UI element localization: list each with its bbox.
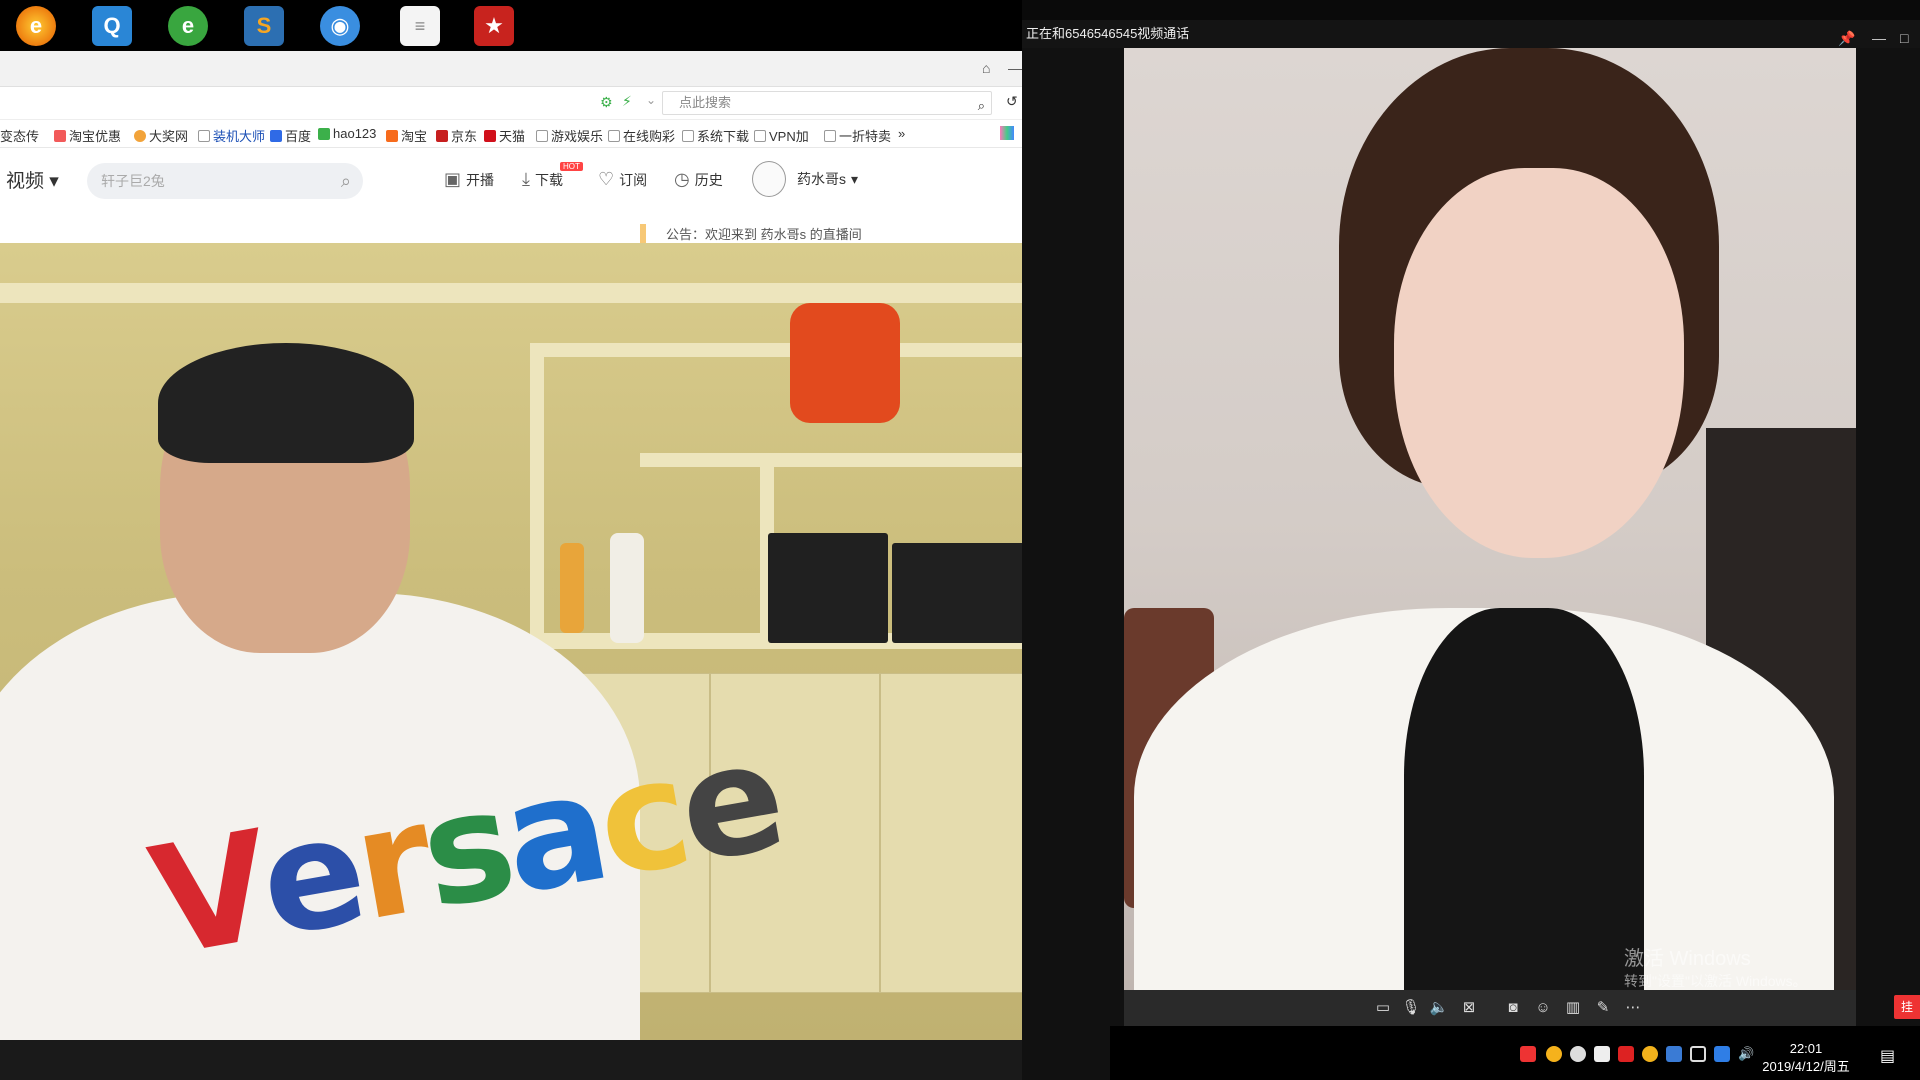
call-titlebar: 正在和6546546545视频通话 📌 — □ — [1022, 20, 1920, 48]
streamer-video-feed: Versace — [0, 243, 1115, 1080]
bookmark-item[interactable]: 大奖网 — [134, 126, 188, 145]
k-tray-icon[interactable] — [1714, 1046, 1730, 1062]
remote-video-feed: 激活 Windows 转到"设置"以激活 Windows。 — [1124, 48, 1856, 990]
tp-tray-icon[interactable] — [1594, 1046, 1610, 1062]
camera-off-icon[interactable]: ⊠ — [1458, 998, 1480, 1018]
layout-icon[interactable]: ▥ — [1562, 998, 1584, 1018]
hangup-button[interactable]: 挂 — [1894, 995, 1920, 1019]
site-search-placeholder: 轩子巨2兔 — [101, 173, 165, 189]
user-menu[interactable]: 药水哥s ▾ — [797, 169, 858, 189]
hot-badge: HOT — [560, 162, 583, 171]
browser-icon[interactable]: e — [16, 6, 56, 46]
site-search-input[interactable]: 轩子巨2兔 ⌕ — [87, 163, 363, 199]
more-icon[interactable]: ⋯ — [1622, 998, 1644, 1018]
network-tray-icon[interactable] — [1690, 1046, 1706, 1062]
bookmark-item[interactable]: 百度 — [270, 126, 311, 145]
undo-icon[interactable]: ↺ — [1006, 93, 1018, 110]
bookmark-item[interactable]: 在线购彩 — [608, 126, 675, 145]
minimize-icon[interactable]: — — [1872, 24, 1886, 52]
nav-history[interactable]: ◷ 历史 — [674, 169, 723, 190]
browser-search-input[interactable]: 点此搜索 ⌕ — [662, 91, 992, 115]
minimize-icon[interactable]: — — [1008, 60, 1022, 76]
microphone-icon[interactable]: 🎙 — [1400, 998, 1422, 1018]
accelerate-icon[interactable]: ⚙ — [600, 94, 613, 111]
video-call-window: 正在和6546546545视频通话 📌 — □ 激活 Windows 转到"设置… — [1022, 20, 1920, 1080]
bookmark-item[interactable]: VPN加 — [754, 126, 809, 145]
qq-icon[interactable]: Q — [92, 6, 132, 46]
section-dropdown[interactable]: 视频 ▾ — [6, 166, 59, 193]
bookmark-item[interactable]: 京东 — [436, 126, 477, 145]
skin-icon[interactable]: ⌂ — [982, 60, 990, 76]
volume-icon[interactable]: 🔊 — [1738, 1046, 1754, 1062]
bookmark-item[interactable]: 变态传 — [0, 126, 39, 145]
bookmark-item[interactable]: 系统下载 — [682, 126, 749, 145]
speaker-icon[interactable]: 🔈 — [1428, 998, 1450, 1018]
browser-titlebar: ⌂ — — [0, 51, 1022, 87]
whiteboard-icon[interactable]: ✎ — [1592, 998, 1614, 1018]
apps-grid-icon[interactable] — [1000, 126, 1014, 140]
bookmark-item[interactable]: 淘宝优惠 — [54, 126, 121, 145]
person-face — [1394, 168, 1684, 558]
camera-icon: ▣ — [444, 169, 462, 189]
network-icon[interactable]: ◉ — [320, 6, 360, 46]
bookmark-item[interactable]: 一折特卖 — [824, 126, 891, 145]
avatar[interactable] — [752, 161, 786, 197]
dropdown-icon[interactable]: ⌄ — [646, 93, 656, 107]
system-tray: 🔊 22:01 2019/4/12/周五 ▤ — [1110, 1026, 1920, 1080]
desktop-icon-strip: e Q e S ◉ ≡ ★ — [0, 0, 1022, 51]
chat-icon[interactable]: ▭ — [1372, 998, 1394, 1018]
download-icon: ⤓ — [522, 169, 530, 189]
bookmark-item[interactable]: hao123 — [318, 126, 376, 141]
desktop: e Q e S ◉ ≡ ★ ⌂ — ⚙ ⚡ ⌄ 点此搜索 ⌕ ↺ 变态传 淘宝优… — [0, 0, 1920, 1080]
heart-icon: ♡ — [598, 169, 615, 189]
security-tray-icon[interactable] — [1570, 1046, 1586, 1062]
qq-tray-icon[interactable] — [1546, 1046, 1562, 1062]
bookmark-item[interactable]: 天猫 — [484, 126, 525, 145]
g-tray-icon[interactable] — [1642, 1046, 1658, 1062]
system-clock[interactable]: 22:01 2019/4/12/周五 — [1756, 1040, 1856, 1076]
call-title: 正在和6546546545视频通话 — [1026, 26, 1190, 41]
nav-download[interactable]: ⤓ 下载 — [522, 169, 563, 190]
site-header: 视频 ▾ 轩子巨2兔 ⌕ ▣ 开播 ⤓ 下载 HOT ♡ 订阅 ◷ 历史 药水哥s ▾ — [0, 148, 1022, 210]
sogou-icon[interactable]: S — [244, 6, 284, 46]
announcement-text: 公告：欢迎来到 药水哥s 的直播间 — [640, 224, 862, 243]
browser-window: ⌂ — ⚙ ⚡ ⌄ 点此搜索 ⌕ ↺ 变态传 淘宝优惠 大奖网 装机大师 百度 … — [0, 51, 1022, 243]
browser-search-placeholder: 点此搜索 — [679, 95, 732, 110]
notepad-icon[interactable]: ≡ — [400, 6, 440, 46]
ie-icon[interactable]: e — [168, 6, 208, 46]
notice-bar: 公告：欢迎来到 药水哥s 的直播间 — [0, 221, 1022, 243]
activation-watermark: 激活 Windows 转到"设置"以激活 Windows。 — [1624, 948, 1807, 989]
bookmarks-bar: 变态传 淘宝优惠 大奖网 装机大师 百度 hao123 淘宝 京东 天猫 游戏娱… — [0, 120, 1022, 148]
bookmark-item[interactable]: 淘宝 — [386, 126, 427, 145]
clock-icon: ◷ — [674, 169, 690, 189]
search-icon[interactable]: ⌕ — [978, 95, 985, 117]
bookmark-item[interactable]: 游戏娱乐 — [536, 126, 603, 145]
nav-start-stream[interactable]: ▣ 开播 — [444, 169, 494, 190]
nav-subscribe[interactable]: ♡ 订阅 — [598, 169, 647, 190]
sogou-tray-icon[interactable] — [1520, 1046, 1536, 1062]
input-tray-icon[interactable] — [1666, 1046, 1682, 1062]
screenshot-icon[interactable]: ◙ — [1502, 998, 1524, 1018]
bookmarks-more[interactable]: » — [898, 126, 905, 141]
clock-time: 22:01 — [1789, 1041, 1823, 1056]
address-bar-row: ⚙ ⚡ ⌄ 点此搜索 ⌕ ↺ — [0, 87, 1022, 120]
effects-icon[interactable]: ☺ — [1532, 998, 1554, 1018]
bookmark-item[interactable]: 装机大师 — [198, 126, 265, 145]
maximize-icon[interactable]: □ — [1900, 24, 1908, 52]
game-icon[interactable]: ★ — [474, 6, 514, 46]
call-toolbar: ▭ 🎙 🔈 ⊠ ◙ ☺ ▥ ✎ ⋯ — [1124, 990, 1856, 1028]
notification-icon[interactable]: ▤ — [1880, 1046, 1895, 1066]
clock-date: 2019/4/12/周五 — [1762, 1059, 1850, 1074]
antivirus-tray-icon[interactable] — [1618, 1046, 1634, 1062]
search-icon[interactable]: ⌕ — [341, 163, 351, 199]
lightning-icon[interactable]: ⚡ — [622, 93, 632, 110]
